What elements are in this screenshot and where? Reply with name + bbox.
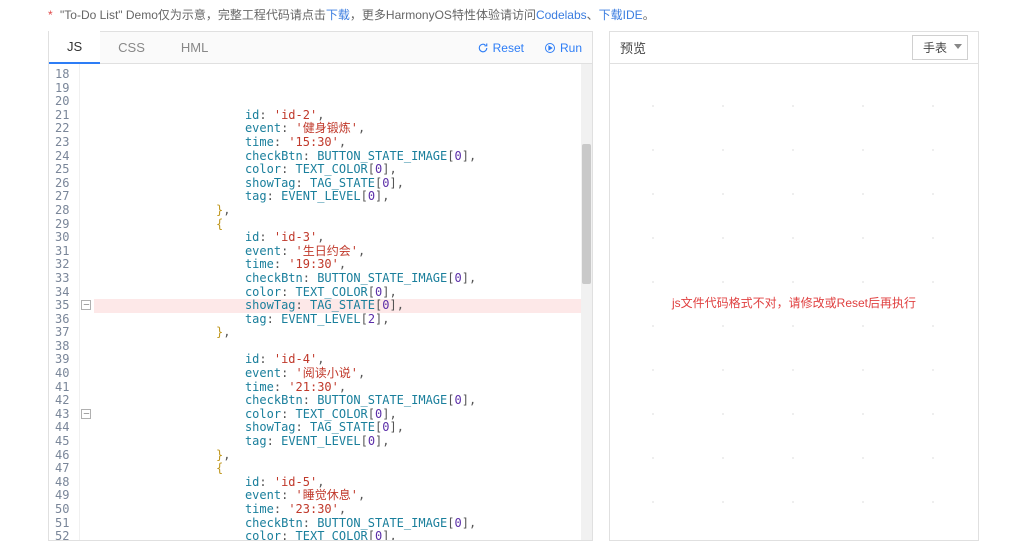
ide-link[interactable]: 下载IDE [599, 8, 643, 22]
codelabs-link[interactable]: Codelabs [536, 8, 587, 22]
tab-hml[interactable]: HML [163, 32, 226, 63]
notice-bar: * "To-Do List" Demo仅为示意，完整工程代码请点击下载，更多Ha… [0, 0, 1027, 31]
tab-css[interactable]: CSS [100, 32, 163, 63]
preview-title: 预览 [620, 38, 646, 57]
notice-text-2: ，更多HarmonyOS特性体验请访问 [350, 8, 536, 22]
reset-button[interactable]: Reset [467, 41, 534, 55]
fold-toggle[interactable]: – [81, 409, 91, 419]
notice-sep: 、 [587, 8, 599, 22]
scrollbar-thumb[interactable] [582, 144, 591, 284]
preview-body: js文件代码格式不对，请修改或Reset后再执行 [610, 64, 978, 540]
notice-text-1: "To-Do List" Demo仅为示意，完整工程代码请点击 [60, 8, 326, 22]
fold-toggle[interactable]: – [81, 300, 91, 310]
code-content[interactable]: id: 'id-2', event: '健身锻炼', time: '15:30'… [94, 64, 581, 540]
code-panel: JS CSS HML Reset Run 1819202122232425262… [48, 31, 593, 541]
tab-js[interactable]: JS [49, 31, 100, 64]
code-editor[interactable]: 1819202122232425262728293031323334353637… [49, 64, 592, 540]
reset-icon [477, 42, 489, 54]
preview-header: 预览 手表 [610, 32, 978, 64]
notice-star: * [48, 8, 53, 22]
download-link[interactable]: 下载 [326, 8, 350, 22]
tabs-bar: JS CSS HML Reset Run [49, 32, 592, 64]
vertical-scrollbar[interactable] [581, 64, 592, 540]
preview-panel: 预览 手表 js文件代码格式不对，请修改或Reset后再执行 [609, 31, 979, 541]
preview-error-message: js文件代码格式不对，请修改或Reset后再执行 [672, 294, 916, 311]
fold-column: –– [80, 64, 94, 540]
notice-end: 。 [643, 8, 655, 22]
device-select[interactable]: 手表 [912, 35, 968, 60]
run-button[interactable]: Run [534, 41, 592, 55]
run-icon [544, 42, 556, 54]
line-gutter: 1819202122232425262728293031323334353637… [49, 64, 80, 540]
